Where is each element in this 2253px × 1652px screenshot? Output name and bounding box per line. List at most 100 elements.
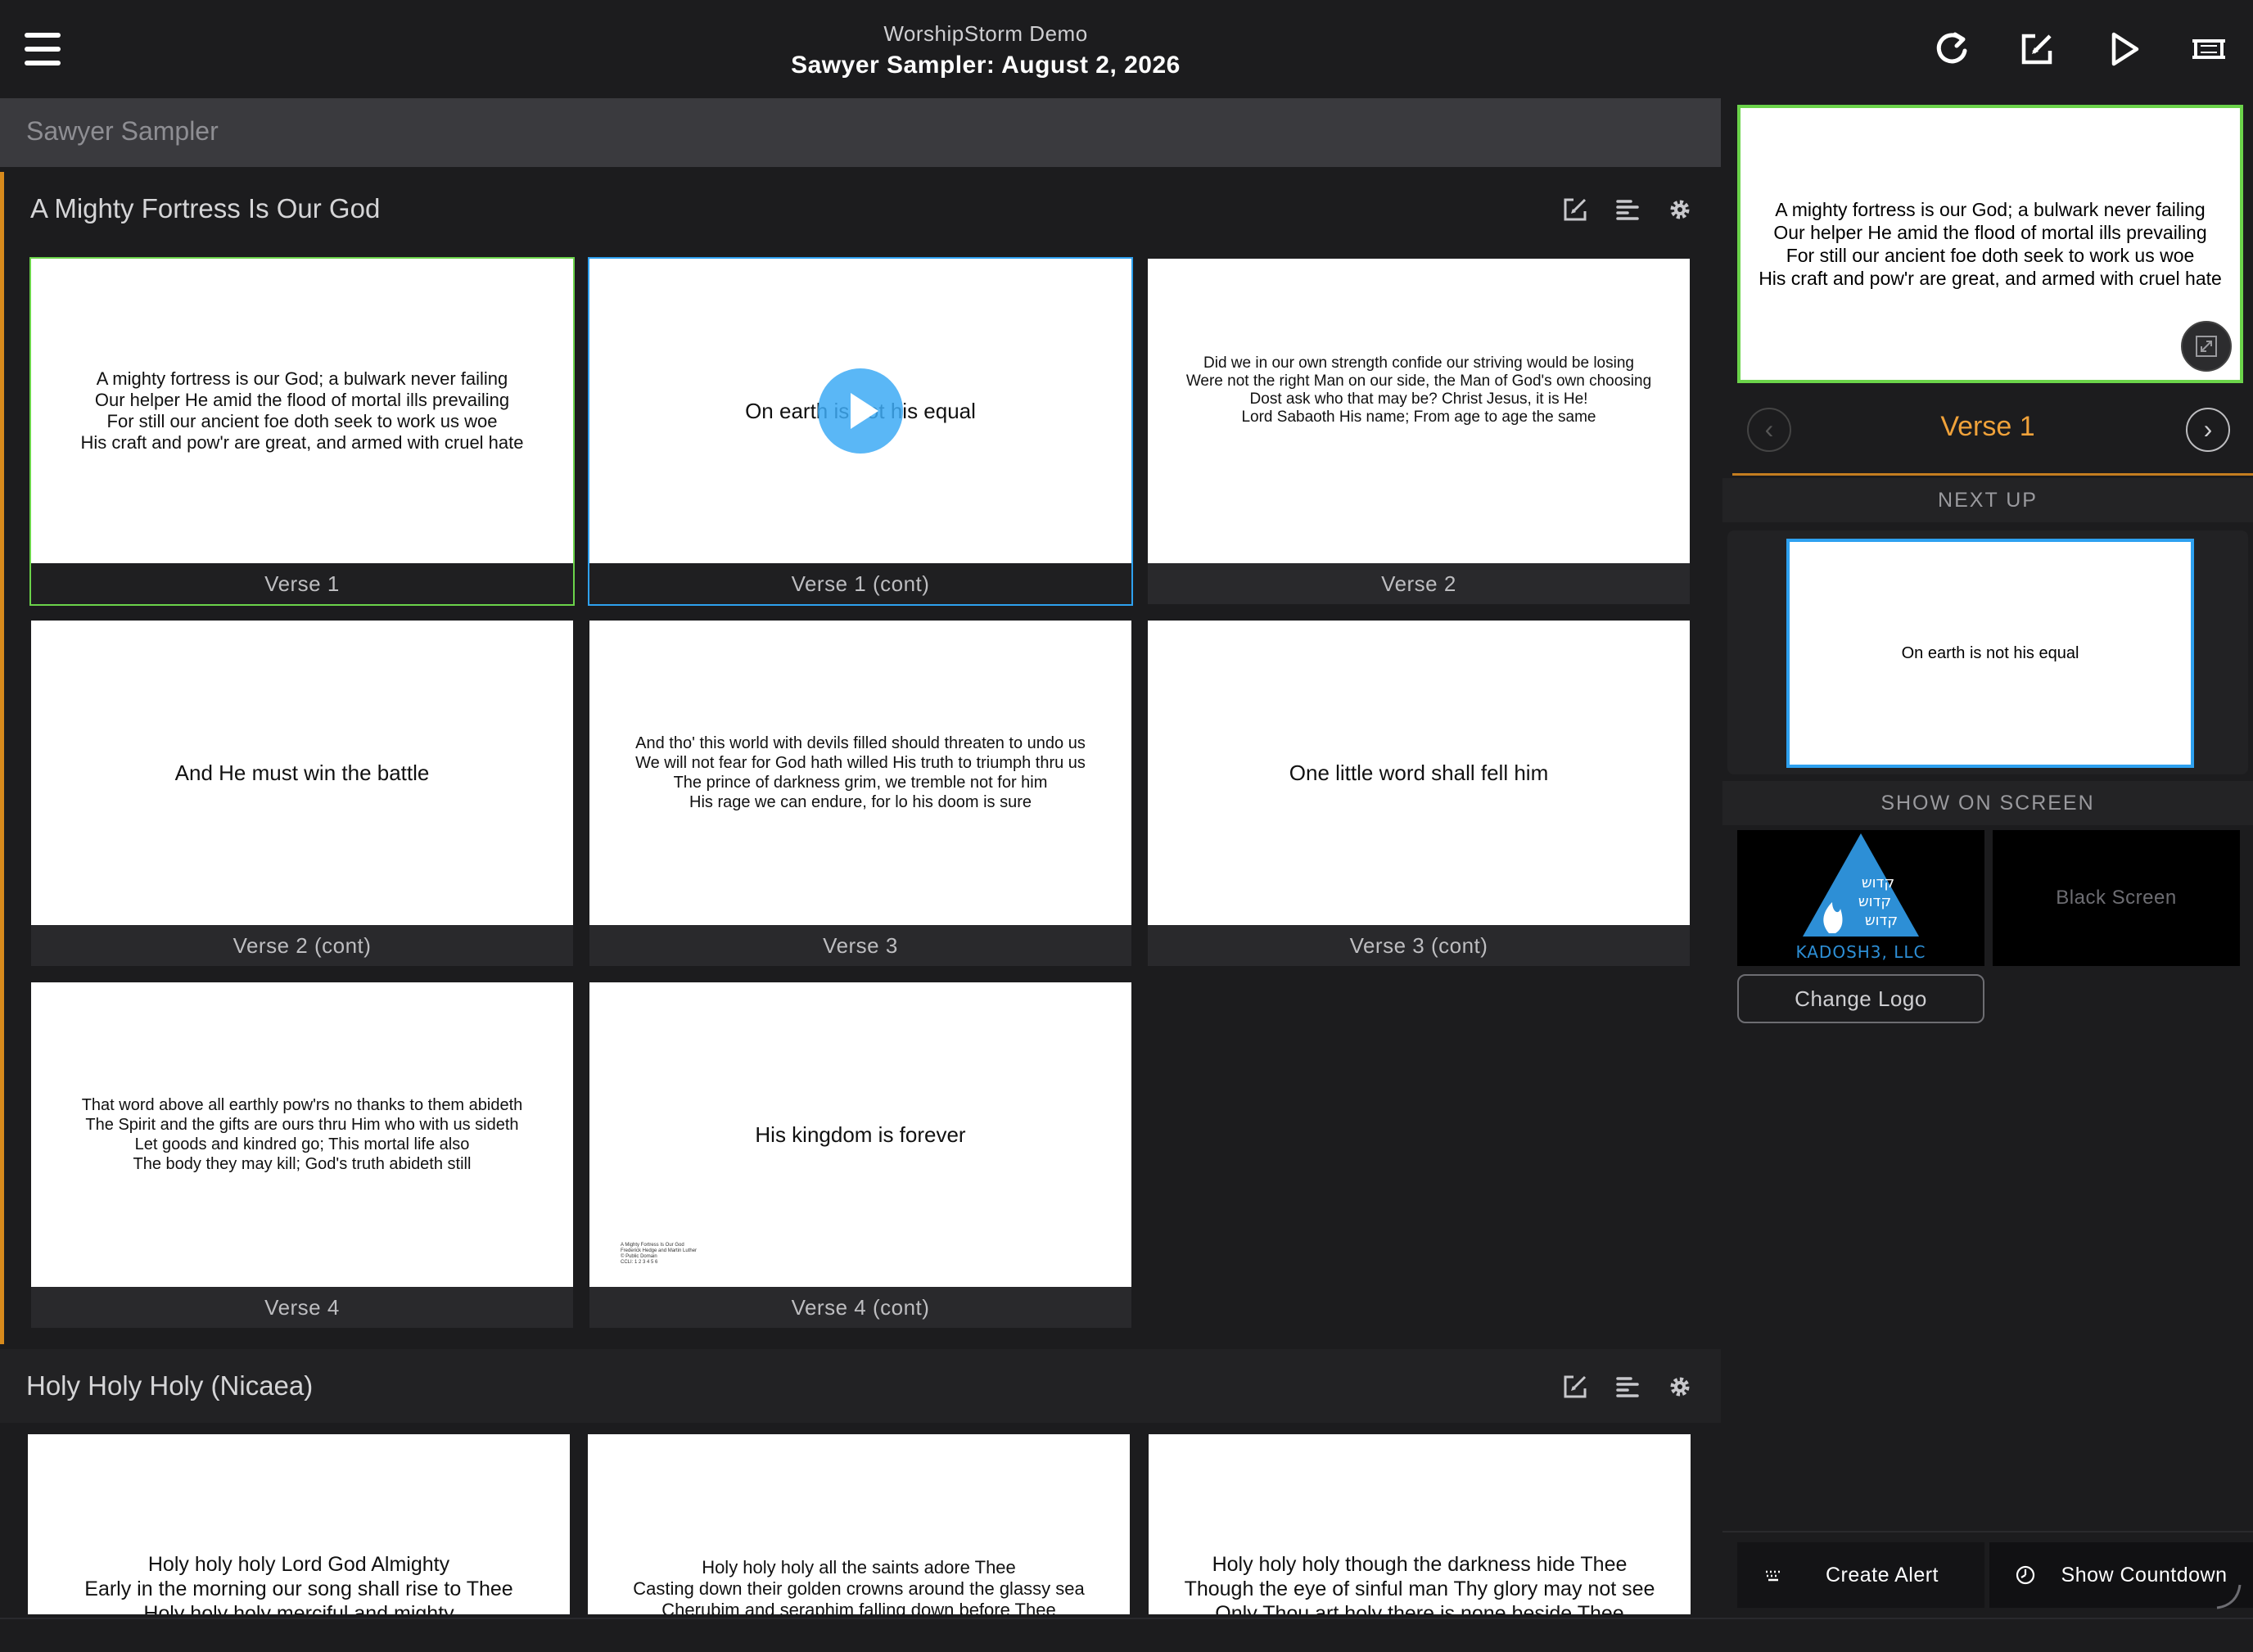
lyric-line: The body they may kill; God's truth abid…	[133, 1155, 472, 1173]
next-up-container: On earth is not his equal	[1727, 530, 2248, 774]
credit-line: Frederick Hedge and Martin Luther	[621, 1248, 698, 1253]
lyric-line: Though the eye of sinful man Thy glory m…	[1184, 1578, 1655, 1600]
logo-hebrew-line: קדוש	[1862, 874, 1894, 891]
lyric-line: Holy holy holy Lord God Almighty	[147, 1553, 450, 1576]
lyric-line: His rage we can endure, for lo his doom …	[689, 793, 1032, 811]
settings-icon[interactable]	[1664, 193, 1696, 226]
slide-verse-2-cont[interactable]: And He must win the battle Verse 2 (cont…	[31, 621, 573, 966]
slide-label: Verse 2 (cont)	[31, 925, 573, 966]
slide-preview: Did we in our own strength confide our s…	[1148, 259, 1690, 563]
slide-label: Verse 3	[589, 925, 1131, 966]
lyric-line: Our helper He amid the flood of mortal i…	[1773, 222, 2207, 243]
lyric-line: And He must win the battle	[174, 761, 430, 785]
current-slide-label: Verse 1	[1940, 411, 2035, 442]
edit-icon[interactable]	[1559, 1370, 1592, 1403]
settings-icon[interactable]	[1664, 1370, 1696, 1403]
lyric-line: Dost ask who that may be? Christ Jesus, …	[1249, 390, 1588, 408]
lyric-line: His kingdom is forever	[755, 1122, 966, 1147]
screen-icon[interactable]	[2183, 23, 2235, 75]
edit-icon[interactable]	[2011, 23, 2063, 75]
lyric-line: Holy holy holy merciful and mighty	[143, 1602, 454, 1614]
kadosh-logo: קדוש קדוש קדוש KADOSH3, LLC	[1795, 833, 1926, 962]
credit-line: © Public Domain	[621, 1254, 657, 1259]
lyric-line: Only Thou art holy there is none beside …	[1215, 1602, 1624, 1614]
lyric-line: The prince of darkness grim, we tremble …	[673, 774, 1048, 792]
lyric-line: And tho' this world with devils filled s…	[635, 734, 1086, 752]
arrange-icon[interactable]	[1611, 1370, 1644, 1403]
next-up-heading: NEXT UP	[1722, 478, 2253, 522]
lyric-line: The Spirit and the gifts are ours thru H…	[85, 1116, 519, 1134]
lyric-line: A mighty fortress is our God; a bulwark …	[96, 368, 508, 389]
song-title: Holy Holy Holy (Nicaea)	[26, 1370, 314, 1401]
next-up-preview[interactable]: On earth is not his equal	[1786, 539, 2194, 768]
slide-verse-3-cont[interactable]: One little word shall fell him Verse 3 (…	[1148, 621, 1690, 966]
slide-verse-3[interactable]: Holy holy holy though the darkness hide …	[1149, 1434, 1691, 1614]
slide-preview: And He must win the battle	[31, 621, 573, 925]
slide-label: Verse 3 (cont)	[1148, 925, 1690, 966]
song-section-holy-holy-holy: Holy Holy Holy (Nicaea) Holy holy holy L…	[0, 1349, 1721, 1621]
lyric-line: Holy holy holy all the saints adore Thee	[702, 1557, 1016, 1578]
slide-verse-1[interactable]: Holy holy holy Lord God Almighty Early i…	[28, 1434, 570, 1614]
play-overlay-icon[interactable]	[818, 368, 903, 454]
play-icon[interactable]	[2097, 23, 2150, 75]
app-name: WorshipStorm Demo	[883, 21, 1088, 46]
slide-preview: His kingdom is forever A Mighty Fortress…	[589, 982, 1131, 1287]
copyright-credits: A Mighty Fortress Is Our God Frederick H…	[621, 1243, 697, 1266]
next-up-text: On earth is not his equal	[1901, 643, 2079, 662]
slide-label: Verse 1 (cont)	[589, 563, 1131, 604]
slide-label: Verse 2	[1148, 563, 1690, 604]
lyric-line: Were not the right Man on our side, the …	[1185, 372, 1652, 390]
song-header[interactable]: Holy Holy Holy (Nicaea)	[0, 1349, 1721, 1423]
create-alert-label: Create Alert	[1825, 1564, 1939, 1587]
credit-line: A Mighty Fortress Is Our God	[621, 1243, 684, 1248]
refresh-icon[interactable]	[1926, 23, 1978, 75]
next-slide-button[interactable]: ›	[2186, 408, 2230, 452]
lyric-line: That word above all earthly pow'rs no th…	[81, 1096, 523, 1114]
lyric-line: His craft and pow'r are great, and armed…	[1759, 268, 2222, 289]
set-name: Sawyer Sampler	[26, 116, 219, 146]
slide-verse-4-cont[interactable]: His kingdom is forever A Mighty Fortress…	[589, 982, 1131, 1328]
live-control-panel: A mighty fortress is our God; a bulwark …	[1722, 97, 2253, 1618]
lyric-line: Early in the morning our song shall rise…	[84, 1578, 513, 1600]
lyric-line: A mighty fortress is our God; a bulwark …	[1775, 199, 2206, 220]
slide-navigation: ‹ Verse 1 ›	[1722, 399, 2253, 458]
slide-preview: That word above all earthly pow'rs no th…	[31, 982, 573, 1287]
create-alert-button[interactable]: Create Alert	[1737, 1542, 1984, 1608]
lyric-line: Casting down their golden crowns around …	[633, 1578, 1085, 1599]
song-tools	[1559, 193, 1698, 226]
lyric-line: Did we in our own strength confide our s…	[1203, 354, 1634, 372]
slide-verse-4[interactable]: That word above all earthly pow'rs no th…	[31, 982, 573, 1328]
slide-verse-2[interactable]: Did we in our own strength confide our s…	[1148, 259, 1690, 604]
logo-tile[interactable]: קדוש קדוש קדוש KADOSH3, LLC	[1737, 830, 1984, 966]
slide-preview: One little word shall fell him	[1148, 621, 1690, 925]
lyric-line: For still our ancient foe doth seek to w…	[1786, 245, 2195, 266]
slide-label: Verse 4	[31, 1287, 573, 1328]
black-screen-tile[interactable]: Black Screen	[1993, 830, 2240, 966]
lyric-line: Cherubim and seraphim falling down befor…	[661, 1600, 1056, 1614]
song-title: A Mighty Fortress Is Our God	[30, 193, 381, 223]
lyric-line: Lord Sabaoth His name; From age to age t…	[1241, 408, 1596, 426]
chevron-right-icon: ›	[2203, 414, 2213, 444]
bottom-actions: Create Alert Show Countdown	[1722, 1531, 2253, 1619]
slide-verse-2[interactable]: Holy holy holy all the saints adore Thee…	[588, 1434, 1130, 1614]
set-name-bar[interactable]: Sawyer Sampler	[0, 98, 1721, 167]
logo-text: KADOSH3, LLC	[1795, 942, 1926, 962]
top-bar: WorshipStorm Demo Sawyer Sampler: August…	[0, 0, 2253, 97]
slide-label: Verse 4 (cont)	[589, 1287, 1131, 1328]
slide-preview: And tho' this world with devils filled s…	[589, 621, 1131, 925]
slide-verse-1[interactable]: A mighty fortress is our God; a bulwark …	[29, 257, 575, 606]
title-block: WorshipStorm Demo Sawyer Sampler: August…	[0, 21, 1971, 79]
lyric-line: Holy holy holy though the darkness hide …	[1212, 1553, 1628, 1576]
slide-preview: On earth is not his equal	[589, 259, 1131, 563]
song-slides-row: Holy holy holy Lord God Almighty Early i…	[0, 1434, 1721, 1614]
change-logo-button[interactable]: Change Logo	[1737, 974, 1984, 1023]
song-header[interactable]: A Mighty Fortress Is Our God	[4, 172, 1721, 246]
live-preview[interactable]: A mighty fortress is our God; a bulwark …	[1737, 105, 2243, 383]
arrange-icon[interactable]	[1611, 193, 1644, 226]
edit-icon[interactable]	[1559, 193, 1592, 226]
slide-verse-1-cont[interactable]: On earth is not his equal Verse 1 (cont)	[588, 257, 1133, 606]
slide-verse-3[interactable]: And tho' this world with devils filled s…	[589, 621, 1131, 966]
lyric-line: Our helper He amid the flood of mortal i…	[94, 390, 510, 410]
expand-icon[interactable]	[2181, 321, 2232, 372]
resize-handle-icon[interactable]	[2212, 1580, 2245, 1613]
